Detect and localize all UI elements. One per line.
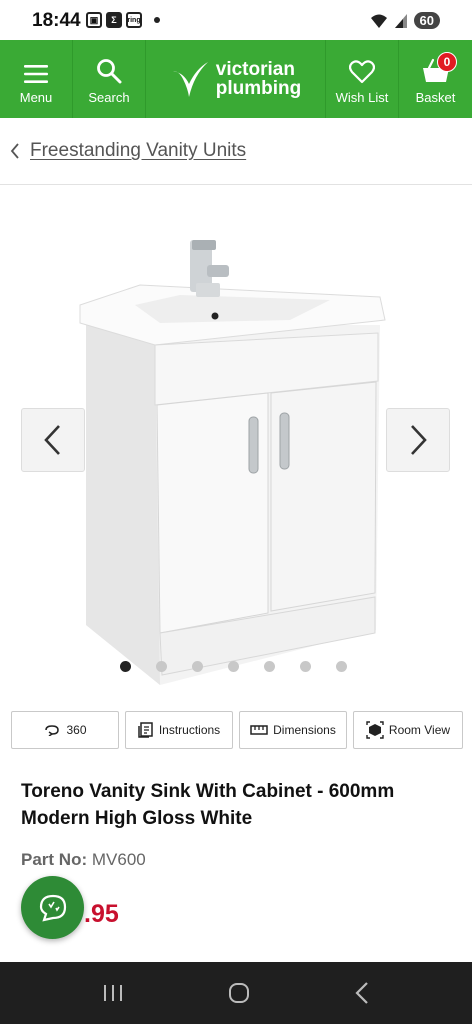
hamburger-icon [24, 65, 48, 83]
logo-wordmark: victorian plumbing [216, 60, 301, 98]
wishlist-button[interactable]: Wish List [326, 40, 399, 118]
site-header: Menu Search victorian plumbing Wish List… [0, 40, 472, 118]
search-label: Search [88, 90, 130, 105]
chevron-right-icon [411, 425, 427, 455]
system-navigation-bar [0, 962, 472, 1024]
rotate-360-icon [45, 725, 60, 736]
carousel-dot[interactable] [120, 661, 131, 672]
home-logo-link[interactable]: victorian plumbing [146, 40, 326, 118]
chat-button[interactable] [21, 876, 84, 939]
wishlist-label: Wish List [335, 90, 389, 105]
instructions-label: Instructions [158, 723, 221, 737]
carousel-dot[interactable] [264, 661, 275, 672]
ruler-icon [250, 725, 268, 735]
price-visible-fragment: .95 [84, 900, 119, 928]
menu-label: Menu [19, 90, 53, 105]
chat-bubble-icon [39, 894, 66, 921]
more-notifications-dot [154, 17, 160, 23]
screenshot-icon: ▣ [86, 12, 102, 28]
basket-label: Basket [415, 90, 456, 105]
status-time: 18:44 [32, 10, 81, 31]
carousel-dot[interactable] [300, 661, 311, 672]
status-bar: 18:44 ▣ Σ ring 60 [0, 0, 472, 40]
basket-button[interactable]: 0 Basket [399, 40, 472, 118]
notification-icons: ▣ Σ ring [86, 12, 160, 28]
previous-image-button[interactable] [21, 408, 85, 472]
carousel-dot[interactable] [156, 661, 167, 672]
view-360-label: 360 [66, 723, 87, 737]
breadcrumb-link-freestanding-vanity-units[interactable]: Freestanding Vanity Units [30, 140, 246, 162]
next-image-button[interactable] [386, 408, 450, 472]
document-icon [138, 722, 153, 738]
dimensions-button[interactable]: Dimensions [239, 711, 347, 749]
room-view-button[interactable]: Room View [353, 711, 463, 749]
ring-app-icon: ring [126, 12, 142, 28]
sigma-icon: Σ [106, 12, 122, 28]
battery-level: 60 [413, 12, 440, 29]
product-title: Toreno Vanity Sink With Cabinet - 600mm … [21, 781, 395, 829]
menu-button[interactable]: Menu [0, 40, 73, 118]
breadcrumb: Freestanding Vanity Units [0, 118, 472, 185]
carousel-dot[interactable] [192, 661, 203, 672]
signal-icon [394, 13, 407, 28]
ar-cube-icon [366, 721, 384, 739]
heart-icon [349, 60, 375, 84]
system-icons: 60 [370, 12, 440, 29]
wifi-icon [370, 14, 387, 28]
chevron-left-icon [44, 425, 60, 455]
search-button[interactable]: Search [73, 40, 146, 118]
room-view-label: Room View [388, 723, 451, 737]
recent-apps-icon[interactable] [102, 983, 124, 1003]
carousel-dots [120, 661, 347, 672]
carousel-dot[interactable] [228, 661, 239, 672]
search-icon [97, 59, 122, 84]
logo-line1: victorian [215, 59, 295, 80]
part-number-label: Part No: [21, 850, 88, 869]
home-icon[interactable] [227, 981, 251, 1005]
part-number-value: MV600 [91, 850, 146, 869]
view-360-button[interactable]: 360 [11, 711, 119, 749]
feature-buttons: 360 Instructions Dimensions Room View [11, 711, 463, 749]
part-number: Part No: MV600 [21, 850, 146, 870]
product-image-gallery[interactable] [0, 185, 472, 690]
logo-line2: plumbing [215, 78, 302, 99]
back-icon[interactable] [354, 981, 370, 1005]
victorian-plumbing-logo-icon [172, 62, 208, 97]
chevron-left-icon [10, 143, 19, 159]
basket-count-badge: 0 [437, 52, 457, 72]
dimensions-label: Dimensions [273, 723, 336, 737]
instructions-button[interactable]: Instructions [125, 711, 233, 749]
carousel-dot[interactable] [336, 661, 347, 672]
